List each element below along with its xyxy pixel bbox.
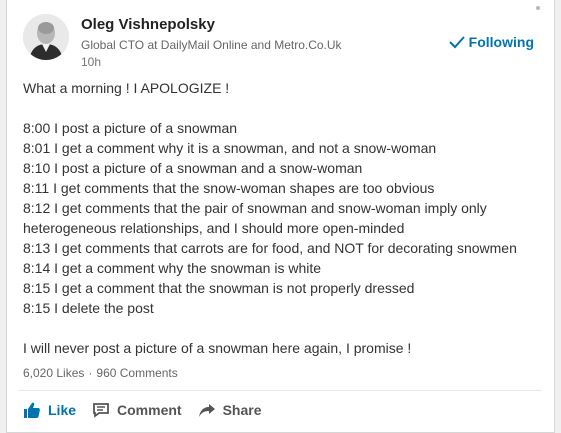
avatar[interactable] xyxy=(23,14,69,60)
post-text-line: 8:12 I get comments that the pair of sno… xyxy=(23,200,487,216)
post-text-line: 8:15 I get a comment that the snowman is… xyxy=(23,280,415,296)
checkmark-icon xyxy=(448,36,465,49)
post-text-line: 8:14 I get a comment why the snowman is … xyxy=(23,260,322,276)
following-label: Following xyxy=(468,34,534,50)
post-text-line: What a morning ! I APOLOGIZE ! xyxy=(23,80,230,96)
post-text-line: heterogeneous relationships, and I shoul… xyxy=(23,220,405,236)
stats-separator: · xyxy=(88,366,93,380)
following-button[interactable]: Following xyxy=(448,34,534,50)
like-button[interactable]: Like xyxy=(23,401,76,419)
post-card: Oleg Vishnepolsky Global CTO at DailyMai… xyxy=(6,0,555,433)
thumbs-up-icon xyxy=(24,402,40,418)
share-label: Share xyxy=(222,402,262,418)
comment-icon xyxy=(93,403,109,418)
post-text-line: 8:13 I get comments that carrots are for… xyxy=(23,240,517,256)
social-counts: 6,020 Likes · 960 Comments xyxy=(23,366,178,380)
share-button[interactable]: Share xyxy=(198,402,262,418)
more-options-icon[interactable] xyxy=(536,6,548,16)
author-name[interactable]: Oleg Vishnepolsky xyxy=(81,16,342,33)
author-headline: Global CTO at DailyMail Online and Metro… xyxy=(81,38,342,52)
share-icon xyxy=(198,404,215,417)
post-timestamp: 10h xyxy=(81,55,102,69)
divider xyxy=(19,390,542,391)
avatar-portrait-icon xyxy=(23,14,69,60)
post-text-line: 8:00 I post a picture of a snowman xyxy=(23,120,238,136)
post-text-line: 8:01 I get a comment why it is a snowman… xyxy=(23,140,437,156)
comment-label: Comment xyxy=(117,402,182,418)
post-header: Oleg Vishnepolsky Global CTO at DailyMai… xyxy=(23,14,342,69)
likes-count[interactable]: 6,020 Likes xyxy=(23,366,84,380)
post-text-line: 8:15 I delete the post xyxy=(23,300,154,316)
comments-count[interactable]: 960 Comments xyxy=(96,366,177,380)
post-text-line: I will never post a picture of a snowman… xyxy=(23,340,412,356)
post-text-line: 8:10 I post a picture of a snowman and a… xyxy=(23,160,363,176)
post-body: What a morning ! I APOLOGIZE ! 8:00 I pos… xyxy=(23,78,538,358)
post-actions: Like Comment Share xyxy=(23,401,278,419)
post-text-line: 8:11 I get comments that the snow-woman … xyxy=(23,180,435,196)
comment-button[interactable]: Comment xyxy=(92,402,182,418)
like-label: Like xyxy=(48,402,77,418)
